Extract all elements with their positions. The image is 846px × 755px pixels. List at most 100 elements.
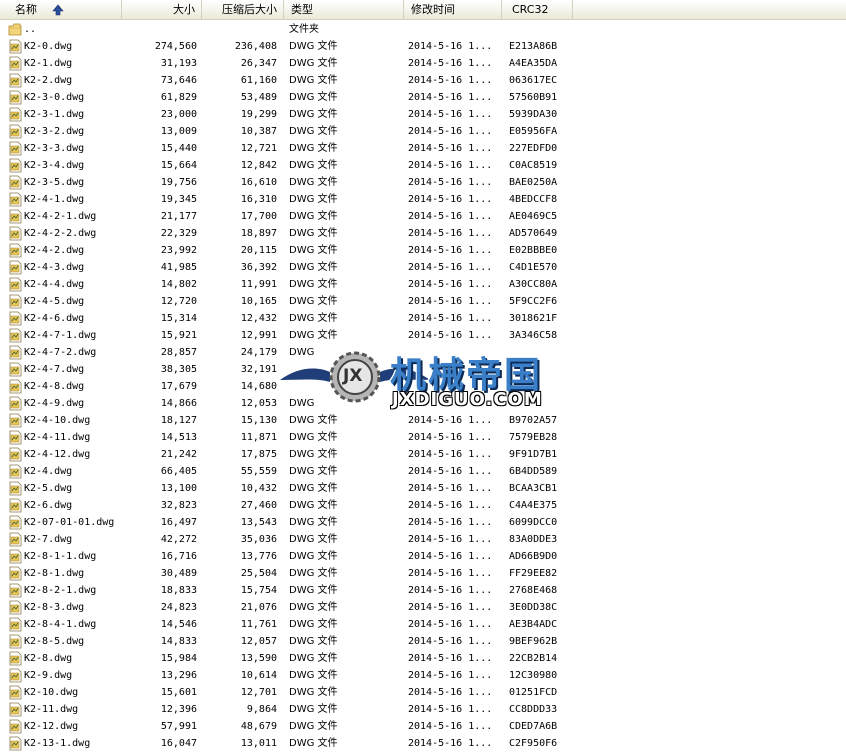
column-header-compressed[interactable]: 压缩后大小 (202, 0, 284, 20)
file-name: K2-3-0.dwg (24, 92, 85, 103)
file-row[interactable]: K2-3-5.dwg 19,756 16,610 DWG 文件 2014-5-16 1.… (0, 174, 573, 191)
file-size: 14,833 (160, 636, 197, 647)
column-header-modified-label: 修改时间 (411, 3, 455, 16)
file-compressed-size: 17,875 (240, 449, 277, 460)
file-compressed-size: 11,761 (240, 619, 277, 630)
file-crc: E213A86B (509, 41, 558, 52)
file-row[interactable]: K2-3-1.dwg 23,000 19,299 DWG 文件 2014-5-16 1.… (0, 106, 573, 123)
file-row[interactable]: K2-8-4-1.dwg 14,546 11,761 DWG 文件 2014-5-16 … (0, 616, 573, 633)
file-row[interactable]: K2-2.dwg 73,646 61,160 DWG 文件 2014-5-16 1...… (0, 72, 573, 89)
file-crc: AD66B9D0 (509, 551, 558, 562)
file-type: DWG 文件 (289, 449, 338, 460)
file-type: DWG 文件 (289, 653, 338, 664)
file-compressed-size: 12,053 (240, 398, 277, 409)
file-name: K2-4-8.dwg (24, 381, 85, 392)
file-row[interactable]: K2-3-2.dwg 13,009 10,387 DWG 文件 2014-5-16 1.… (0, 123, 573, 140)
file-compressed-size: 48,679 (240, 721, 277, 732)
file-row[interactable]: K2-8.dwg 15,984 13,590 DWG 文件 2014-5-16 1...… (0, 650, 573, 667)
dwg-file-icon (9, 260, 22, 275)
parent-folder-row[interactable]: .. 文件夹 (0, 21, 573, 38)
file-crc: 3018621F (509, 313, 558, 324)
column-header-size-label: 大小 (173, 3, 195, 16)
file-crc: CDED7A6B (509, 721, 558, 732)
file-row[interactable]: K2-4-4.dwg 14,802 11,991 DWG 文件 2014-5-16 1.… (0, 276, 573, 293)
file-row[interactable]: K2-11.dwg 12,396 9,864 DWG 文件 2014-5-16 1...… (0, 701, 573, 718)
file-row[interactable]: K2-4-5.dwg 12,720 10,165 DWG 文件 2014-5-16 1.… (0, 293, 573, 310)
file-size: 22,329 (160, 228, 197, 239)
parent-folder-type: 文件夹 (289, 24, 319, 35)
dwg-file-icon (9, 192, 22, 207)
file-row[interactable]: K2-5.dwg 13,100 10,432 DWG 文件 2014-5-16 1...… (0, 480, 573, 497)
file-size: 14,802 (160, 279, 197, 290)
file-name: K2-0.dwg (24, 41, 73, 52)
file-row[interactable]: K2-07-01-01.dwg 16,497 13,543 DWG 文件 2014-5-… (0, 514, 573, 531)
file-crc: 9F91D7B1 (509, 449, 558, 460)
file-row[interactable]: K2-8-1-1.dwg 16,716 13,776 DWG 文件 2014-5-16 … (0, 548, 573, 565)
file-row[interactable]: K2-4-1.dwg 19,345 16,310 DWG 文件 2014-5-16 1.… (0, 191, 573, 208)
file-row[interactable]: K2-3-4.dwg 15,664 12,842 DWG 文件 2014-5-16 1.… (0, 157, 573, 174)
file-modified: 2014-5-16 1... (408, 177, 493, 188)
file-modified: 2014-5-16 1... (408, 262, 493, 273)
dwg-file-icon (9, 56, 22, 71)
file-compressed-size: 55,559 (240, 466, 277, 477)
file-name: K2-12.dwg (24, 721, 79, 732)
file-type: DWG 文件 (289, 551, 338, 562)
file-row[interactable]: K2-7.dwg 42,272 35,036 DWG 文件 2014-5-16 1...… (0, 531, 573, 548)
file-row[interactable]: K2-10.dwg 15,601 12,701 DWG 文件 2014-5-16 1..… (0, 684, 573, 701)
file-row[interactable]: K2-1.dwg 31,193 26,347 DWG 文件 2014-5-16 1...… (0, 55, 573, 72)
file-size: 274,560 (154, 41, 197, 52)
file-crc: 12C30980 (509, 670, 558, 681)
file-crc: 7579EB28 (509, 432, 558, 443)
file-type: DWG 文件 (289, 126, 338, 137)
file-row[interactable]: K2-8-5.dwg 14,833 12,057 DWG 文件 2014-5-16 1.… (0, 633, 573, 650)
file-row[interactable]: K2-8-3.dwg 24,823 21,076 DWG 文件 2014-5-16 1.… (0, 599, 573, 616)
file-crc: 227EDFD0 (509, 143, 558, 154)
dwg-file-icon (9, 617, 22, 632)
file-row[interactable]: K2-4-6.dwg 15,314 12,432 DWG 文件 2014-5-16 1.… (0, 310, 573, 327)
watermark-logo-text: JX (343, 366, 363, 386)
column-header-name-label: 名称 (15, 3, 37, 16)
file-row[interactable]: K2-9.dwg 13,296 10,614 DWG 文件 2014-5-16 1...… (0, 667, 573, 684)
file-row[interactable]: K2-3-0.dwg 61,829 53,489 DWG 文件 2014-5-16 1.… (0, 89, 573, 106)
file-row[interactable]: K2-4-2.dwg 23,992 20,115 DWG 文件 2014-5-16 1.… (0, 242, 573, 259)
file-row[interactable]: K2-8-2-1.dwg 18,833 15,754 DWG 文件 2014-5-16 … (0, 582, 573, 599)
file-type: DWG 文件 (289, 279, 338, 290)
file-size: 21,242 (160, 449, 197, 460)
file-row[interactable]: K2-4.dwg 66,405 55,559 DWG 文件 2014-5-16 1...… (0, 463, 573, 480)
column-header-modified[interactable]: 修改时间 (404, 0, 502, 20)
file-name: K2-10.dwg (24, 687, 79, 698)
file-crc: 5F9CC2F6 (509, 296, 558, 307)
file-size: 13,009 (160, 126, 197, 137)
file-compressed-size: 32,191 (240, 364, 277, 375)
file-row[interactable]: K2-4-11.dwg 14,513 11,871 DWG 文件 2014-5-16 1… (0, 429, 573, 446)
file-name: K2-4-10.dwg (24, 415, 91, 426)
site-watermark: JX 机械帝国 JXDIGUO.COM (272, 342, 572, 417)
file-modified: 2014-5-16 1... (408, 109, 493, 120)
column-header-name[interactable]: 名称 (0, 0, 122, 20)
file-name: K2-4-2-2.dwg (24, 228, 97, 239)
file-size: 24,823 (160, 602, 197, 613)
file-row[interactable]: K2-3-3.dwg 15,440 12,721 DWG 文件 2014-5-16 1.… (0, 140, 573, 157)
file-crc: 9BEF962B (509, 636, 558, 647)
file-row[interactable]: K2-13-1.dwg 16,047 13,011 DWG 文件 2014-5-16 1… (0, 735, 573, 752)
dwg-file-icon (9, 549, 22, 564)
file-row[interactable]: K2-6.dwg 32,823 27,460 DWG 文件 2014-5-16 1...… (0, 497, 573, 514)
file-row[interactable]: K2-12.dwg 57,991 48,679 DWG 文件 2014-5-16 1..… (0, 718, 573, 735)
file-modified: 2014-5-16 1... (408, 245, 493, 256)
file-type: DWG 文件 (289, 228, 338, 239)
file-row[interactable]: K2-4-2-2.dwg 22,329 18,897 DWG 文件 2014-5-16 … (0, 225, 573, 242)
column-header-size[interactable]: 大小 (122, 0, 202, 20)
file-size: 14,546 (160, 619, 197, 630)
file-type: DWG 文件 (289, 585, 338, 596)
dwg-file-icon (9, 124, 22, 139)
file-type: DWG 文件 (289, 211, 338, 222)
file-row[interactable]: K2-4-3.dwg 41,985 36,392 DWG 文件 2014-5-16 1.… (0, 259, 573, 276)
file-row[interactable]: K2-8-1.dwg 30,489 25,504 DWG 文件 2014-5-16 1.… (0, 565, 573, 582)
file-row[interactable]: K2-0.dwg 274,560 236,408 DWG 文件 2014-5-16 1.… (0, 38, 573, 55)
column-header-type[interactable]: 类型 (284, 0, 404, 20)
file-row[interactable]: K2-4-12.dwg 21,242 17,875 DWG 文件 2014-5-16 1… (0, 446, 573, 463)
file-modified: 2014-5-16 1... (408, 194, 493, 205)
column-header-crc[interactable]: CRC32 (502, 0, 573, 20)
file-row[interactable]: K2-4-2-1.dwg 21,177 17,700 DWG 文件 2014-5-16 … (0, 208, 573, 225)
file-type: DWG 文件 (289, 41, 338, 52)
